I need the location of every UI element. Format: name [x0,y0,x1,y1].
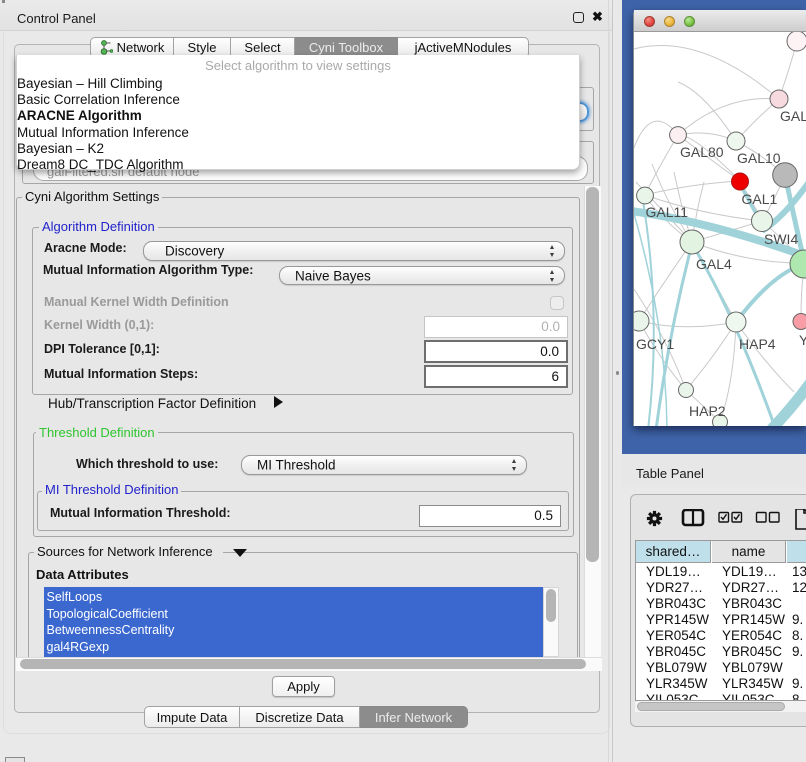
svg-text:GAL4: GAL4 [696,256,732,272]
svg-text:GAL10: GAL10 [737,150,781,166]
svg-text:HAP2: HAP2 [689,403,726,419]
svg-text:HAP4: HAP4 [739,336,776,352]
svg-text:GCY1: GCY1 [636,336,674,352]
svg-text:GAL11: GAL11 [646,204,689,220]
svg-text:GAL: GAL [780,108,806,124]
svg-text:GAL1: GAL1 [742,191,778,207]
svg-text:GAL80: GAL80 [680,144,724,160]
svg-text:Y: Y [799,332,806,348]
svg-text:SWI4: SWI4 [764,231,798,247]
